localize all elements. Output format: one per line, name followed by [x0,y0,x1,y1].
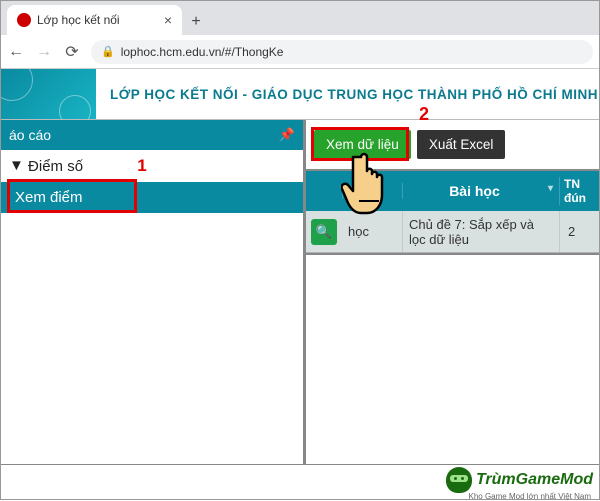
banner-title: LỚP HỌC KẾT NỐI - GIÁO DỤC TRUNG HỌC THÀ… [96,87,598,102]
left-panel-title: áo cáo [9,127,51,143]
close-tab-icon[interactable]: × [164,12,172,28]
new-tab-button[interactable]: + [182,13,210,35]
browser-tab-bar: Lớp học kết nối × + [1,1,599,35]
watermark: TrùmGameMod Kho Game Mod lớn nhất Việt N… [446,467,593,493]
chevron-down-icon: ▼ [9,157,24,174]
search-icon: 🔍 [316,224,332,240]
banner-decoration [1,69,96,119]
back-button[interactable]: ← [7,43,25,61]
address-bar: ← → ⟳ 🔒 lophoc.hcm.edu.vn/#/ThongKe [1,35,599,69]
section-scores[interactable]: ▼ Điểm số 1 [1,150,303,182]
cell-tn: 2 [559,211,599,252]
browser-tab[interactable]: Lớp học kết nối × [7,5,182,35]
annotation-step-2: 2 [419,104,429,125]
forward-button[interactable]: → [35,43,53,61]
col-lesson[interactable]: Bài học ▾ [402,183,559,199]
footer-divider [1,464,599,465]
tab-title: Lớp học kết nối [37,13,158,27]
main-split: áo cáo 📌 ▼ Điểm số 1 Xem điểm Xem dữ liệ… [1,119,599,465]
hand-cursor-icon [341,149,401,221]
favicon-icon [17,13,31,27]
left-panel: áo cáo 📌 ▼ Điểm số 1 Xem điểm [1,120,306,465]
url-field[interactable]: 🔒 lophoc.hcm.edu.vn/#/ThongKe [91,40,593,64]
row-search-button[interactable]: 🔍 [311,219,337,245]
menu-view-scores[interactable]: Xem điểm [1,182,303,213]
left-panel-header: áo cáo 📌 [1,120,303,150]
watermark-text: TrùmGameMod [476,471,593,489]
filter-icon[interactable]: ▾ [548,183,553,194]
reload-button[interactable]: ⟳ [63,42,81,62]
annotation-step-1: 1 [137,156,146,175]
export-excel-button[interactable]: Xuất Excel [417,130,506,159]
cell-lesson: Chủ đề 7: Sắp xếp và lọc dữ liệu [402,211,559,252]
cell-subject: học [342,224,402,239]
url-text: lophoc.hcm.edu.vn/#/ThongKe [121,45,284,59]
col-tn[interactable]: TN đún [559,177,599,205]
lock-icon: 🔒 [101,45,115,58]
site-banner: LỚP HỌC KẾT NỐI - GIÁO DỤC TRUNG HỌC THÀ… [1,69,599,119]
pin-icon[interactable]: 📌 [279,127,295,143]
ninja-icon [446,467,472,493]
section-scores-label: Điểm số [28,158,83,175]
